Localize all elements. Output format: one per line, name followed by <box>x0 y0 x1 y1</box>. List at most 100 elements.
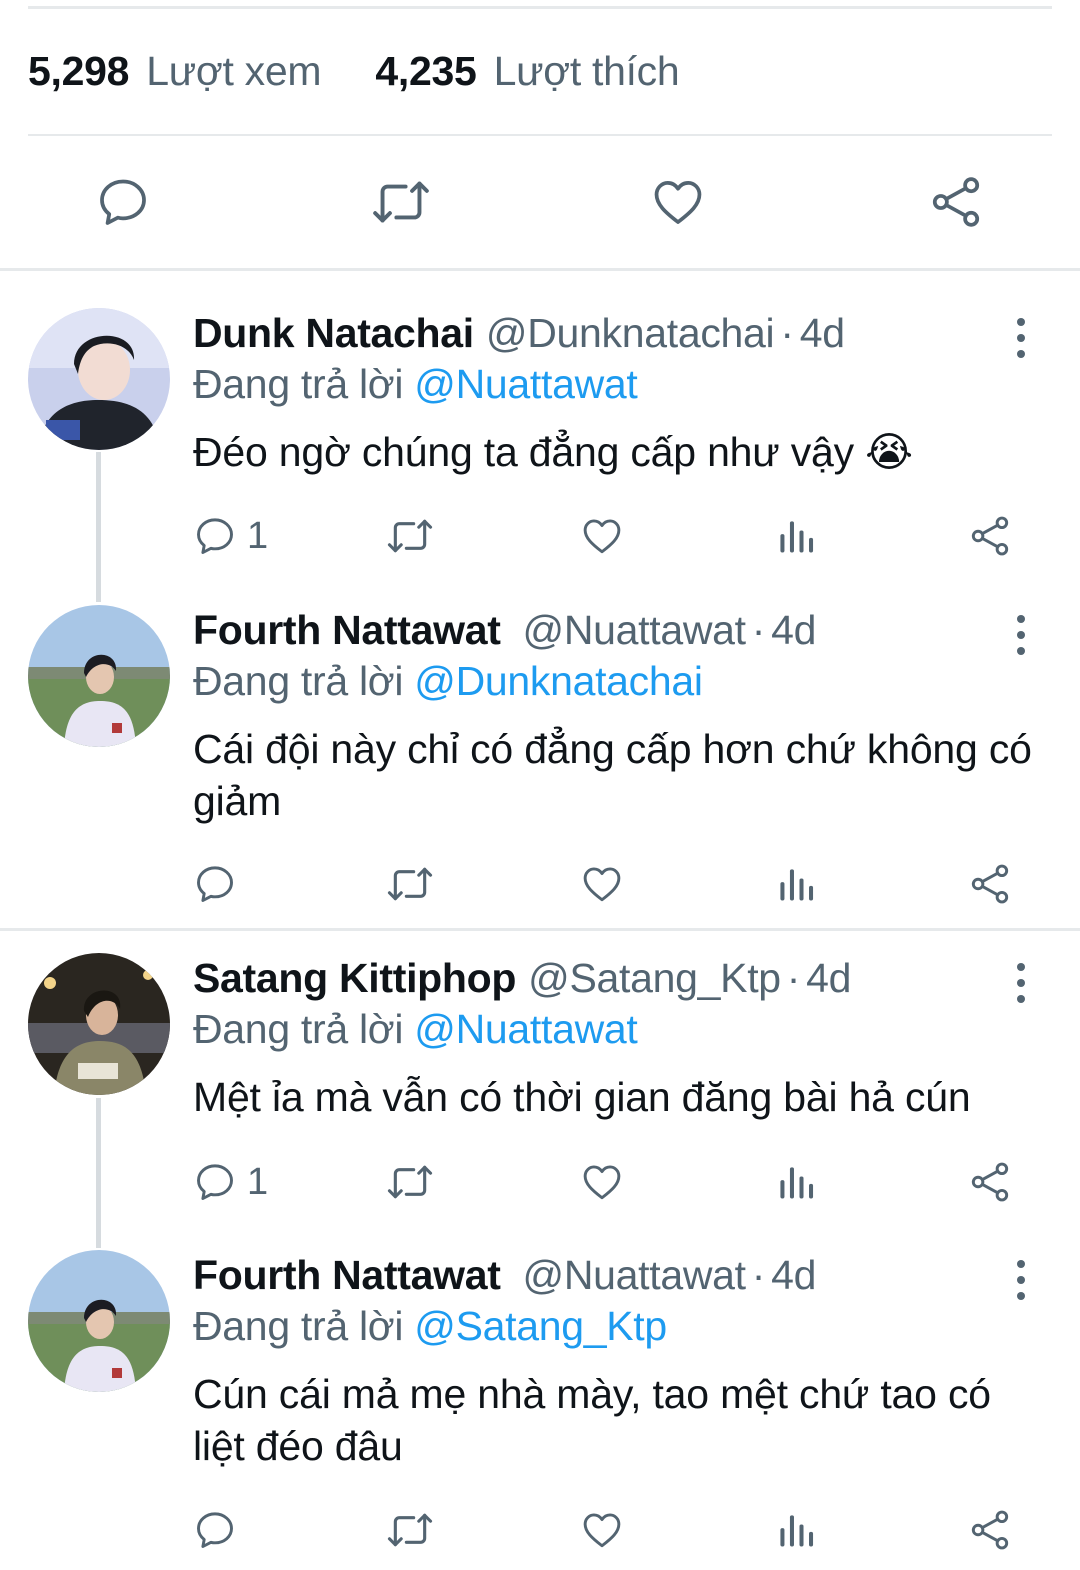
reply-button[interactable]: 1 <box>193 1156 268 1208</box>
reply-button[interactable] <box>193 858 247 910</box>
reply-count: 1 <box>247 1160 269 1203</box>
username[interactable]: @Satang_Ktp <box>528 955 781 1001</box>
top-divider <box>28 6 1052 9</box>
reply-content[interactable]: Fourth Nattawat @Nuattawat · 4d Đang trả lờ… <box>193 1250 1052 1472</box>
likes-label: Lượt thích <box>493 48 680 94</box>
like-button[interactable] <box>580 858 624 910</box>
analytics-icon <box>780 869 814 901</box>
share-button[interactable] <box>924 170 988 234</box>
mention-link[interactable]: @Nuattawat <box>414 1006 638 1052</box>
display-name[interactable]: Satang Kittiphop <box>193 955 516 1001</box>
replying-to-label: Đang trả lời <box>193 361 404 407</box>
share-button[interactable] <box>968 858 1012 910</box>
like-icon <box>583 867 621 902</box>
likes-count: 4,235 <box>375 48 477 94</box>
reply-button[interactable] <box>193 1504 247 1556</box>
timestamp[interactable]: 4d <box>771 607 816 653</box>
analytics-button[interactable] <box>774 510 818 562</box>
share-icon <box>971 516 1009 556</box>
like-icon <box>583 1165 621 1200</box>
mention-link[interactable]: @Nuattawat <box>414 361 638 407</box>
analytics-icon <box>780 1167 814 1199</box>
username[interactable]: @Nuattawat <box>523 1252 747 1298</box>
reply-icon <box>100 179 146 225</box>
retweet-button[interactable] <box>386 1156 434 1208</box>
tweet-text: Đéo ngờ chúng ta đẳng cấp như vậy 😭 <box>193 429 913 475</box>
display-name[interactable]: Dunk Natachai <box>193 310 474 356</box>
avatar[interactable] <box>28 605 170 747</box>
replying-to: Đang trả lời @Satang_Ktp <box>193 1300 1052 1352</box>
retweet-button[interactable] <box>386 510 434 562</box>
tweet-header: Fourth Nattawat @Nuattawat · 4d <box>193 1252 817 1298</box>
retweet-icon <box>387 1513 433 1547</box>
timestamp[interactable]: 4d <box>800 310 845 356</box>
tweet-text: Mệt ỉa mà vẫn có thời gian đăng bài hả c… <box>193 1074 971 1120</box>
display-name[interactable]: Fourth Nattawat <box>193 1252 501 1298</box>
avatar-image <box>28 953 170 1095</box>
avatar-image <box>28 605 170 747</box>
more-options-button[interactable] <box>1006 615 1036 655</box>
share-button[interactable] <box>968 1504 1012 1556</box>
mention-link[interactable]: @Dunknatachai <box>414 658 703 704</box>
like-icon <box>654 181 702 224</box>
reply-content[interactable]: Satang Kittiphop @Satang_Ktp · 4d Đang trả … <box>193 953 1052 1123</box>
display-name[interactable]: Fourth Nattawat <box>193 607 501 653</box>
analytics-button[interactable] <box>774 858 818 910</box>
reply-icon <box>197 1512 233 1548</box>
share-icon <box>971 1162 1009 1202</box>
timestamp[interactable]: 4d <box>806 955 851 1001</box>
avatar[interactable] <box>28 308 170 450</box>
retweet-button[interactable] <box>386 858 434 910</box>
username[interactable]: @Nuattawat <box>523 607 747 653</box>
reply-content[interactable]: Fourth Nattawat @Nuattawat · 4d Đang trả lờ… <box>193 605 1052 827</box>
timestamp[interactable]: 4d <box>771 1252 816 1298</box>
section-divider <box>0 268 1080 271</box>
analytics-button[interactable] <box>774 1156 818 1208</box>
replying-to-label: Đang trả lời <box>193 1006 404 1052</box>
tweet-text: Cái đội này chỉ có đẳng cấp hơn chứ khôn… <box>193 726 1032 824</box>
share-icon <box>932 177 980 227</box>
like-button[interactable] <box>646 170 710 234</box>
avatar[interactable] <box>28 1250 170 1392</box>
more-options-button[interactable] <box>1006 963 1036 1003</box>
more-icon <box>1017 963 1025 971</box>
avatar-image <box>28 1250 170 1392</box>
mention-link[interactable]: @Satang_Ktp <box>414 1303 667 1349</box>
retweet-icon <box>387 867 433 901</box>
more-options-button[interactable] <box>1006 1260 1036 1300</box>
username[interactable]: @Dunknatachai <box>486 310 775 356</box>
share-button[interactable] <box>968 510 1012 562</box>
reply-icon <box>197 866 233 902</box>
like-button[interactable] <box>580 510 624 562</box>
analytics-icon <box>780 521 814 553</box>
more-icon <box>1017 1260 1025 1268</box>
share-icon <box>971 1510 1009 1550</box>
retweet-icon <box>387 1165 433 1199</box>
reply-button[interactable]: 1 <box>193 510 268 562</box>
reply-button[interactable] <box>91 170 155 234</box>
reply-content[interactable]: Dunk Natachai @Dunknatachai · 4d Đang trả l… <box>193 308 1052 478</box>
avatar[interactable] <box>28 953 170 1095</box>
tweet-actions <box>0 1504 1080 1556</box>
tweet-actions: 1 <box>0 510 1080 562</box>
retweet-icon <box>373 181 429 223</box>
like-button[interactable] <box>580 1504 624 1556</box>
stats-divider <box>28 134 1052 136</box>
like-icon <box>583 1513 621 1548</box>
share-button[interactable] <box>968 1156 1012 1208</box>
likes-stat[interactable]: 4,235 Lượt thích <box>375 48 679 94</box>
more-options-button[interactable] <box>1006 318 1036 358</box>
analytics-icon <box>780 1515 814 1547</box>
reply-icon <box>197 1164 233 1200</box>
replying-to-label: Đang trả lời <box>193 658 404 704</box>
tweet-stats: 5,298 Lượt xem 4,235 Lượt thích <box>28 48 680 95</box>
avatar-image <box>28 308 170 450</box>
retweet-button[interactable] <box>369 170 433 234</box>
like-button[interactable] <box>580 1156 624 1208</box>
views-stat[interactable]: 5,298 Lượt xem <box>28 48 332 94</box>
retweet-icon <box>387 519 433 553</box>
analytics-button[interactable] <box>774 1504 818 1556</box>
retweet-button[interactable] <box>386 1504 434 1556</box>
replying-to: Đang trả lời @Nuattawat <box>193 1003 1052 1055</box>
tweet-actions <box>0 858 1080 910</box>
